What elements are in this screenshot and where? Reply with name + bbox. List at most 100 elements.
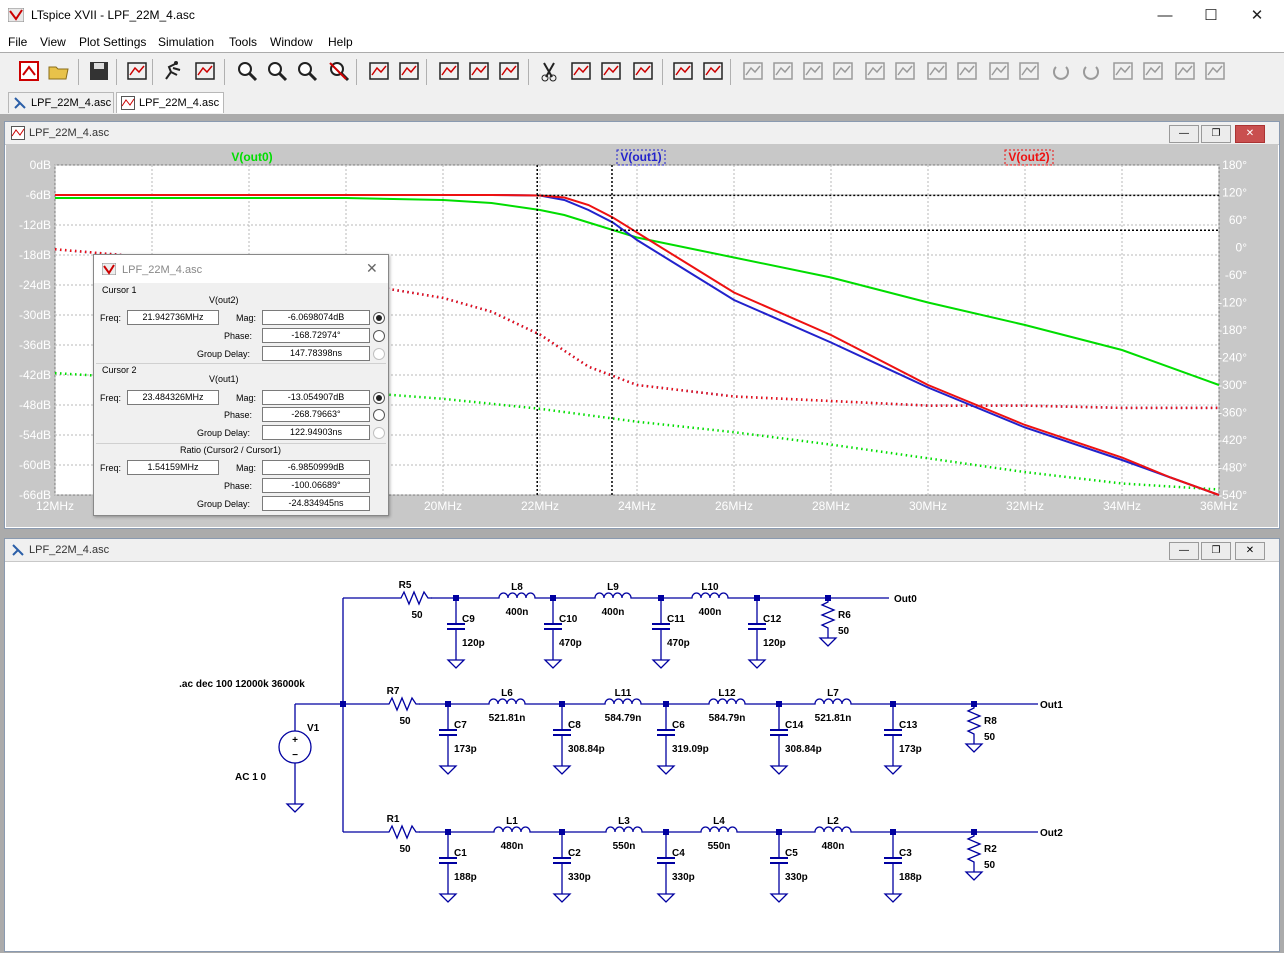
cursor2-phase-radio[interactable] xyxy=(373,409,385,421)
cursor2-freq-field[interactable]: 23.484326MHz xyxy=(127,390,219,405)
schematic-close-button[interactable]: ✕ xyxy=(1235,542,1265,560)
resistor-R1[interactable] xyxy=(385,824,420,840)
cursor1-phase-radio[interactable] xyxy=(373,330,385,342)
cursor1-mag-field[interactable]: -6.0698074dB xyxy=(262,310,370,325)
diode-icon[interactable] xyxy=(924,59,950,83)
cursor2-gd-field[interactable]: 122.94903ns xyxy=(262,425,370,440)
cascade-icon[interactable] xyxy=(496,59,522,83)
inductor-L4[interactable] xyxy=(697,826,741,833)
inductor-value-L7: 521.81n xyxy=(815,713,852,724)
menu-plot-settings[interactable]: Plot Settings xyxy=(79,35,146,49)
cursor1-mag-radio[interactable] xyxy=(373,312,385,324)
divider xyxy=(96,363,386,364)
menu-window[interactable]: Window xyxy=(270,35,313,49)
zoom-in-icon[interactable] xyxy=(234,59,260,83)
inductor-L3[interactable] xyxy=(602,826,646,833)
y-tick-right: 0° xyxy=(1236,241,1248,255)
menu-simulation[interactable]: Simulation xyxy=(158,35,214,49)
cursor1-freq-field[interactable]: 21.942736MHz xyxy=(127,310,219,325)
move-icon[interactable] xyxy=(986,59,1012,83)
cursor-dialog-close-icon[interactable]: ✕ xyxy=(366,260,378,277)
schematic-minimize-button[interactable]: — xyxy=(1169,542,1199,560)
resistor-R7[interactable] xyxy=(385,696,420,712)
inductor-value-L12: 584.79n xyxy=(709,713,746,724)
menu-help[interactable]: Help xyxy=(328,35,353,49)
resistor-R6[interactable] xyxy=(820,598,836,632)
undo-icon[interactable] xyxy=(1048,59,1074,83)
menu-tools[interactable]: Tools xyxy=(229,35,257,49)
menu-file[interactable]: File xyxy=(8,35,27,49)
component-icon[interactable] xyxy=(954,59,980,83)
inductor-L7[interactable] xyxy=(811,698,855,705)
zoom-fit-icon[interactable] xyxy=(294,59,320,83)
legend-Vout2[interactable]: V(out2) xyxy=(1008,150,1049,164)
print-icon[interactable] xyxy=(670,59,696,83)
waveform-close-button[interactable]: ✕ xyxy=(1235,125,1265,143)
rotate-icon[interactable] xyxy=(1110,59,1136,83)
tile-h-icon[interactable] xyxy=(436,59,462,83)
drag-icon[interactable] xyxy=(1016,59,1042,83)
menu-view[interactable]: View xyxy=(40,35,66,49)
inductor-L10[interactable] xyxy=(688,592,732,599)
zoom-out-icon[interactable] xyxy=(264,59,290,83)
ratio-mag-field[interactable]: -6.9850999dB xyxy=(262,460,370,475)
inductor-L12[interactable] xyxy=(705,698,749,705)
cursor2-phase-field[interactable]: -268.79663° xyxy=(262,407,370,422)
schematic-canvas[interactable]: .ac dec 100 12000k 36000k + − V1 AC 1 0 R5 50 L… xyxy=(5,561,1277,950)
save-icon[interactable] xyxy=(86,59,112,83)
tab-schematic[interactable]: LPF_22M_4.asc xyxy=(8,92,114,113)
ratio-freq-field[interactable]: 1.54159MHz xyxy=(127,460,219,475)
capacitor-icon[interactable] xyxy=(862,59,888,83)
waveform-restore-button[interactable]: ❐ xyxy=(1201,125,1231,143)
cursor1-gd-field[interactable]: 147.78398ns xyxy=(262,346,370,361)
print-setup-icon[interactable] xyxy=(700,59,726,83)
cut-icon[interactable] xyxy=(536,59,562,83)
close-button[interactable]: ✕ xyxy=(1234,4,1280,28)
inductor-L1[interactable] xyxy=(490,826,534,833)
tab-waveform[interactable]: LPF_22M_4.asc xyxy=(116,92,224,113)
copy-icon[interactable] xyxy=(568,59,594,83)
paste-icon[interactable] xyxy=(598,59,624,83)
autorange-icon[interactable] xyxy=(366,59,392,83)
open-icon[interactable] xyxy=(46,59,72,83)
control-panel-icon[interactable] xyxy=(124,59,150,83)
inductor-L6[interactable] xyxy=(485,698,529,705)
resistor-icon[interactable] xyxy=(830,59,856,83)
spice-directive-icon[interactable] xyxy=(1202,59,1228,83)
label-icon[interactable] xyxy=(800,59,826,83)
plot-icon[interactable] xyxy=(396,59,422,83)
capacitor-value-C3: 188p xyxy=(899,872,922,883)
inductor-L2[interactable] xyxy=(811,826,855,833)
ratio-phase-field[interactable]: -100.06689° xyxy=(262,478,370,493)
inductor-L9[interactable] xyxy=(591,592,635,599)
halt-icon[interactable] xyxy=(192,59,218,83)
zoom-cancel-icon[interactable] xyxy=(326,59,352,83)
maximize-button[interactable]: ☐ xyxy=(1188,4,1234,28)
waveform-minimize-button[interactable]: — xyxy=(1169,125,1199,143)
cursor2-mag-radio[interactable] xyxy=(373,392,385,404)
new-schematic-icon[interactable] xyxy=(16,59,42,83)
resistor-R8[interactable] xyxy=(966,704,982,738)
text-icon[interactable] xyxy=(1172,59,1198,83)
cursor1-gd-radio[interactable] xyxy=(373,348,385,360)
resistor-R5[interactable] xyxy=(397,590,432,606)
ground-icon[interactable] xyxy=(770,59,796,83)
tile-v-icon[interactable] xyxy=(466,59,492,83)
inductor-L8[interactable] xyxy=(495,592,539,599)
cursor1-phase-field[interactable]: -168.72974° xyxy=(262,328,370,343)
redo-icon[interactable] xyxy=(1078,59,1104,83)
inductor-icon[interactable] xyxy=(892,59,918,83)
legend-Vout1[interactable]: V(out1) xyxy=(620,150,661,164)
legend-Vout0[interactable]: V(out0) xyxy=(231,150,272,164)
cursor2-mag-field[interactable]: -13.054907dB xyxy=(262,390,370,405)
run-icon[interactable] xyxy=(160,59,186,83)
resistor-R2[interactable] xyxy=(966,832,982,866)
ratio-gd-field[interactable]: -24.834945ns xyxy=(262,496,370,511)
mirror-icon[interactable] xyxy=(1140,59,1166,83)
find-icon[interactable] xyxy=(630,59,656,83)
cursor2-gd-radio[interactable] xyxy=(373,427,385,439)
inductor-L11[interactable] xyxy=(601,698,645,705)
schematic-restore-button[interactable]: ❐ xyxy=(1201,542,1231,560)
minimize-button[interactable]: — xyxy=(1142,4,1188,28)
wire-icon[interactable] xyxy=(740,59,766,83)
